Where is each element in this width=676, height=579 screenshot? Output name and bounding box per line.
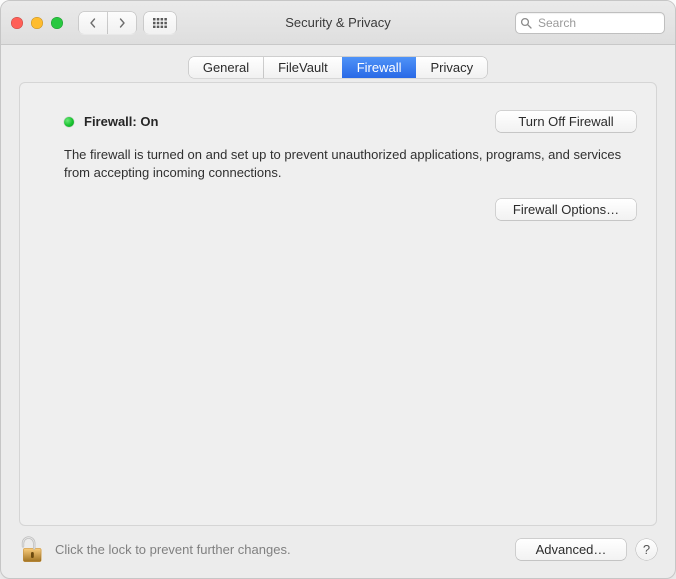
lock-button[interactable] <box>19 534 45 564</box>
firewall-options-button[interactable]: Firewall Options… <box>496 199 636 220</box>
nav-back-forward <box>79 12 136 34</box>
firewall-status-row: Firewall: On Turn Off Firewall <box>64 111 636 132</box>
search-input[interactable] <box>515 12 665 34</box>
content: Firewall: On Turn Off Firewall The firew… <box>1 92 675 526</box>
preferences-window: Security & Privacy General FileVault Fir… <box>0 0 676 579</box>
window-controls <box>11 17 63 29</box>
tab-general[interactable]: General <box>189 57 263 78</box>
footer: Click the lock to prevent further change… <box>1 526 675 578</box>
nav-back-button[interactable] <box>79 12 107 34</box>
advanced-button[interactable]: Advanced… <box>516 539 626 560</box>
window-close-button[interactable] <box>11 17 23 29</box>
firewall-description: The firewall is turned on and set up to … <box>64 146 624 181</box>
tab-label: Firewall <box>357 60 402 75</box>
tab-label: Privacy <box>431 60 474 75</box>
tab-label: General <box>203 60 249 75</box>
unlocked-lock-icon <box>19 534 45 564</box>
lock-hint-text: Click the lock to prevent further change… <box>55 542 291 557</box>
tab-filevault[interactable]: FileVault <box>263 57 342 78</box>
tabs-control: General FileVault Firewall Privacy <box>189 57 487 78</box>
window-zoom-button[interactable] <box>51 17 63 29</box>
nav-forward-button[interactable] <box>107 12 136 34</box>
search-field-wrapper <box>515 12 665 34</box>
tab-label: FileVault <box>278 60 328 75</box>
search-icon <box>520 17 532 29</box>
window-title: Security & Privacy <box>285 15 390 30</box>
firewall-panel: Firewall: On Turn Off Firewall The firew… <box>19 82 657 526</box>
titlebar: Security & Privacy <box>1 1 675 45</box>
status-indicator-icon <box>64 117 74 127</box>
help-button[interactable]: ? <box>636 539 657 560</box>
window-minimize-button[interactable] <box>31 17 43 29</box>
firewall-status-label: Firewall: On <box>84 114 158 129</box>
tab-privacy[interactable]: Privacy <box>416 57 488 78</box>
show-all-button[interactable] <box>144 12 176 34</box>
tab-firewall[interactable]: Firewall <box>342 57 416 78</box>
turn-off-firewall-button[interactable]: Turn Off Firewall <box>496 111 636 132</box>
